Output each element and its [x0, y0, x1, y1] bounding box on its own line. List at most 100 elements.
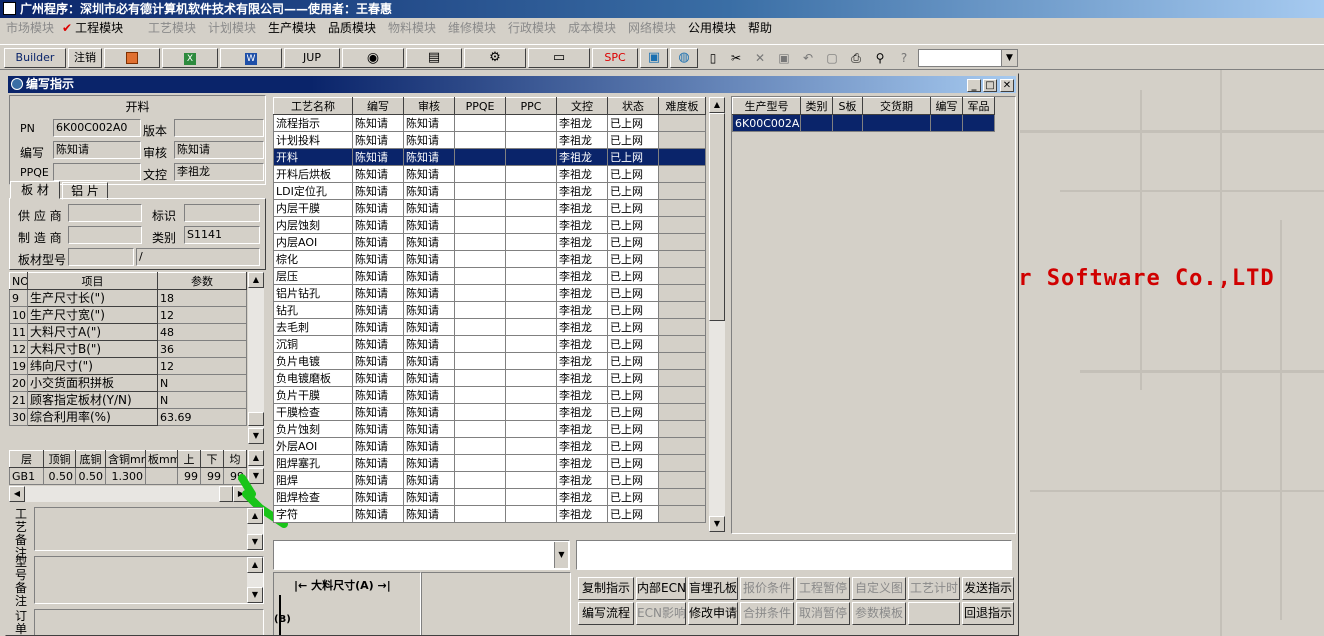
table-row[interactable]: 开料 陈知请 陈知请 李祖龙 已上网: [273, 148, 706, 166]
menu-admin[interactable]: 行政模块: [508, 20, 556, 36]
process-ppqe-cell[interactable]: [454, 386, 506, 404]
process-name-cell[interactable]: 沉铜: [273, 335, 353, 353]
table-row[interactable]: 阻焊塞孔 陈知请 陈知请 李祖龙 已上网: [273, 454, 706, 472]
process-ppqe-cell[interactable]: [454, 471, 506, 489]
process-status-cell[interactable]: 已上网: [607, 250, 659, 268]
process-ppqe-cell[interactable]: [454, 284, 506, 302]
process-ppqe-cell[interactable]: [454, 216, 506, 234]
process-ppc-cell[interactable]: [505, 420, 557, 438]
process-doc-cell[interactable]: 李祖龙: [556, 148, 608, 166]
info-field[interactable]: [576, 540, 1012, 570]
process-difficulty-cell[interactable]: [658, 233, 706, 251]
table-row[interactable]: 阻焊 陈知请 陈知请 李祖龙 已上网: [273, 471, 706, 489]
save-icon[interactable]: ▣: [774, 49, 794, 67]
category-cell[interactable]: [800, 114, 833, 132]
action-button-3[interactable]: 报价条件: [740, 577, 794, 600]
process-status-cell[interactable]: 已上网: [607, 386, 659, 404]
action-button-8[interactable]: 编写流程: [578, 602, 634, 625]
category-field[interactable]: S1141: [184, 226, 260, 244]
col-production-model[interactable]: 生产型号: [732, 97, 801, 115]
param-no-cell[interactable]: 12: [9, 340, 28, 358]
scroll-down-icon[interactable]: ▼: [709, 516, 725, 532]
word-button[interactable]: W: [220, 48, 282, 68]
col-doc-control[interactable]: 文控: [556, 97, 608, 115]
param-value-cell[interactable]: 12: [157, 306, 247, 324]
print-icon[interactable]: ⎙: [846, 49, 866, 67]
process-ppc-cell[interactable]: [505, 250, 557, 268]
action-button-14[interactable]: [908, 602, 960, 625]
process-note-memo[interactable]: ▲ ▼: [34, 507, 264, 551]
process-status-cell[interactable]: 已上网: [607, 284, 659, 302]
col-author[interactable]: 编写: [930, 97, 963, 115]
process-ppc-cell[interactable]: [505, 403, 557, 421]
table-row[interactable]: GB1 0.50 0.50 1.300 99 99 99: [9, 467, 247, 485]
col-copper-mm[interactable]: 含铜mm: [105, 450, 146, 468]
spc-button[interactable]: SPC: [592, 48, 638, 68]
database-button[interactable]: ▤: [406, 48, 462, 68]
up-cell[interactable]: 99: [177, 467, 201, 485]
process-doc-cell[interactable]: 李祖龙: [556, 352, 608, 370]
process-status-cell[interactable]: 已上网: [607, 505, 659, 523]
process-ppqe-cell[interactable]: [454, 454, 506, 472]
process-author-cell[interactable]: 陈知请: [352, 233, 404, 251]
table-row[interactable]: 负片干膜 陈知请 陈知请 李祖龙 已上网: [273, 386, 706, 404]
col-status[interactable]: 状态: [607, 97, 659, 115]
process-ppqe-cell[interactable]: [454, 182, 506, 200]
process-status-cell[interactable]: 已上网: [607, 454, 659, 472]
process-reviewer-cell[interactable]: 陈知请: [403, 301, 455, 319]
action-button-6[interactable]: 工艺计时: [908, 577, 960, 600]
col-up[interactable]: 上: [177, 450, 201, 468]
process-doc-cell[interactable]: 李祖龙: [556, 471, 608, 489]
process-name-cell[interactable]: 铝片钻孔: [273, 284, 353, 302]
table-row[interactable]: LDI定位孔 陈知请 陈知请 李祖龙 已上网: [273, 182, 706, 200]
param-no-cell[interactable]: 11: [9, 323, 28, 341]
table-row[interactable]: 去毛刺 陈知请 陈知请 李祖龙 已上网: [273, 318, 706, 336]
scroll-down-icon[interactable]: ▼: [248, 428, 264, 444]
process-doc-cell[interactable]: 李祖龙: [556, 250, 608, 268]
military-cell[interactable]: [962, 114, 995, 132]
action-button-0[interactable]: 复制指示: [578, 577, 634, 600]
process-doc-cell[interactable]: 李祖龙: [556, 369, 608, 387]
param-item-cell[interactable]: 顾客指定板材(Y/N): [27, 391, 158, 409]
process-author-cell[interactable]: 陈知请: [352, 352, 404, 370]
col-reviewer[interactable]: 审核: [403, 97, 455, 115]
table-row[interactable]: 内层干膜 陈知请 陈知请 李祖龙 已上网: [273, 199, 706, 217]
process-status-cell[interactable]: 已上网: [607, 233, 659, 251]
process-ppc-cell[interactable]: [505, 182, 557, 200]
action-button-13[interactable]: 参数模板: [852, 602, 906, 625]
process-author-cell[interactable]: 陈知请: [352, 335, 404, 353]
computer-button[interactable]: ▭: [528, 48, 590, 68]
param-value-cell[interactable]: 36: [157, 340, 247, 358]
process-ppc-cell[interactable]: [505, 471, 557, 489]
scroll-thumb[interactable]: [248, 412, 264, 426]
col-avg[interactable]: 均: [223, 450, 247, 468]
delete-icon[interactable]: ✕: [750, 49, 770, 67]
process-status-cell[interactable]: 已上网: [607, 301, 659, 319]
param-item-cell[interactable]: 大料尺寸A("): [27, 323, 158, 341]
process-doc-cell[interactable]: 李祖龙: [556, 284, 608, 302]
scroll-thumb[interactable]: [219, 486, 233, 502]
menu-network[interactable]: 网络模块: [628, 20, 676, 36]
scroll-up-icon[interactable]: ▲: [247, 557, 263, 573]
reviewer-field[interactable]: 陈知请: [174, 141, 264, 159]
table-row[interactable]: 流程指示 陈知请 陈知请 李祖龙 已上网: [273, 114, 706, 132]
process-author-cell[interactable]: 陈知请: [352, 454, 404, 472]
process-name-cell[interactable]: 计划投料: [273, 131, 353, 149]
process-reviewer-cell[interactable]: 陈知请: [403, 199, 455, 217]
process-author-cell[interactable]: 陈知请: [352, 403, 404, 421]
table-row[interactable]: 棕化 陈知请 陈知请 李祖龙 已上网: [273, 250, 706, 268]
help-icon[interactable]: ?: [894, 49, 914, 67]
model-note-memo[interactable]: ▲ ▼: [34, 556, 264, 604]
param-item-cell[interactable]: 生产尺寸长("): [27, 289, 158, 307]
col-bottom-copper[interactable]: 底铜: [75, 450, 106, 468]
process-reviewer-cell[interactable]: 陈知请: [403, 488, 455, 506]
menu-plan[interactable]: 计划模块: [208, 20, 256, 36]
process-name-cell[interactable]: 阻焊塞孔: [273, 454, 353, 472]
process-reviewer-cell[interactable]: 陈知请: [403, 454, 455, 472]
process-ppqe-cell[interactable]: [454, 165, 506, 183]
process-difficulty-cell[interactable]: [658, 488, 706, 506]
col-author[interactable]: 编写: [352, 97, 404, 115]
process-doc-cell[interactable]: 李祖龙: [556, 386, 608, 404]
scroll-left-icon[interactable]: ◀: [9, 486, 25, 502]
table-row[interactable]: 负电镀磨板 陈知请 陈知请 李祖龙 已上网: [273, 369, 706, 387]
